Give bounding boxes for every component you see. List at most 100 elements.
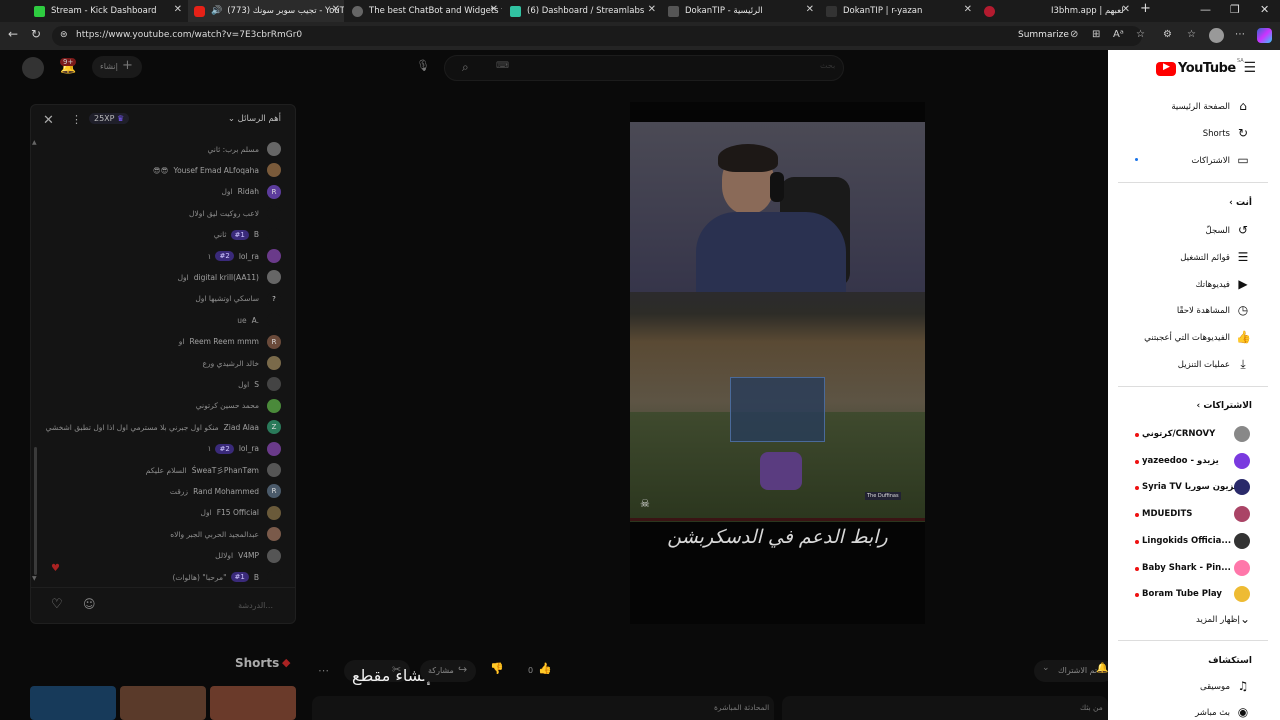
keyboard-icon[interactable]: ⌨ xyxy=(496,61,509,71)
from-stream-tab[interactable] xyxy=(782,696,1108,720)
chat-author-avatar[interactable]: Z xyxy=(267,420,281,435)
channel-avatar[interactable] xyxy=(1234,452,1250,469)
close-icon[interactable]: ✕ xyxy=(648,4,656,15)
url-field[interactable]: ⊜ https://www.youtube.com/watch?v=7E3cbr… xyxy=(52,26,1142,46)
minimize-icon[interactable]: — xyxy=(1200,3,1211,16)
close-icon[interactable]: ✕ xyxy=(174,4,182,15)
extensions-icon[interactable]: ⚙ xyxy=(1163,29,1172,40)
channel-avatar[interactable] xyxy=(1234,506,1250,523)
like-button[interactable]: 👍 xyxy=(538,662,552,675)
guide-item-label[interactable]: السجلّ xyxy=(1206,226,1230,236)
chat-author-avatar[interactable] xyxy=(267,548,281,563)
guide-item-label[interactable]: موسيقى xyxy=(1200,682,1230,692)
new-tab-icon[interactable]: + xyxy=(1140,1,1151,16)
channel-avatar[interactable] xyxy=(1234,532,1250,549)
chat-author-avatar[interactable] xyxy=(267,206,281,221)
show-more-button[interactable]: إظهار المزيد xyxy=(1196,615,1240,625)
tab-youtube[interactable]: 🔊 (773) تجيب سوبر سونك - YouTube ✕ xyxy=(188,0,344,22)
subscription-channel-label[interactable]: Baby Shark - Pin... xyxy=(1142,563,1231,573)
guide-item-label[interactable]: الصفحة الرئيسية xyxy=(1171,102,1230,112)
guide-item-label[interactable]: الفيديوهات التي أعجبتني xyxy=(1144,333,1230,343)
reload-icon[interactable]: ↻ xyxy=(31,27,41,41)
subscription-channel-label[interactable]: Boram Tube Play xyxy=(1142,589,1222,599)
speaker-icon[interactable]: 🔊 xyxy=(211,6,222,16)
channel-avatar[interactable] xyxy=(1234,479,1250,496)
guide-item-label[interactable]: الاشتراكات xyxy=(1191,156,1230,166)
chat-author-name[interactable]: Reem Reem mmm xyxy=(189,337,259,346)
subscription-channel-label[interactable]: yazeedoo - يزيدو xyxy=(1142,456,1219,466)
chat-scrollbar[interactable]: ▲ ▼ xyxy=(32,139,37,582)
chat-author-name[interactable]: Yousef Emad ALfoqaha xyxy=(173,166,259,175)
chat-author-name[interactable]: A. xyxy=(252,316,259,325)
favorite-icon[interactable]: ☆ xyxy=(1136,29,1145,40)
mic-icon[interactable]: 🎙 xyxy=(416,59,430,72)
tab-chatbot[interactable]: The best ChatBot and Widgets for ✕ xyxy=(346,0,502,22)
guide-item-label[interactable]: عمليات التنزيل xyxy=(1178,360,1230,370)
chat-more-icon[interactable]: ⋮ xyxy=(71,113,82,126)
channel-avatar[interactable] xyxy=(22,57,44,79)
chat-author-avatar[interactable] xyxy=(267,570,281,584)
chat-author-avatar[interactable] xyxy=(267,398,281,413)
close-icon[interactable]: ✕ xyxy=(964,4,972,15)
chat-author-name[interactable]: digital krill(AA11) xyxy=(194,273,259,282)
chat-author-avatar[interactable]: R xyxy=(267,484,281,499)
chat-author-name[interactable]: F15 Official xyxy=(217,508,259,517)
live-chat-tab[interactable] xyxy=(312,696,774,720)
read-aloud-icon[interactable]: Aᵃ xyxy=(1113,29,1124,40)
apps-icon[interactable]: ⊞ xyxy=(1092,29,1100,40)
close-icon[interactable]: ✕ xyxy=(332,4,340,15)
chat-author-avatar[interactable] xyxy=(267,356,281,370)
chat-author-avatar[interactable]: R xyxy=(267,334,281,349)
channel-avatar[interactable] xyxy=(1234,559,1250,576)
channel-avatar[interactable] xyxy=(1234,586,1250,603)
menu-icon[interactable]: ☰ xyxy=(1243,60,1256,76)
scroll-down-icon[interactable]: ▼ xyxy=(32,575,37,582)
translate-icon[interactable]: ⊘ xyxy=(1070,29,1078,40)
channel-avatar[interactable] xyxy=(1234,426,1250,442)
guide-item-icon[interactable]: ⤓ xyxy=(1236,357,1250,371)
guide-item-icon[interactable]: ◷ xyxy=(1236,303,1250,317)
tab-streamlabs[interactable]: (6) Dashboard / Streamlabs ✕ xyxy=(504,0,660,22)
chat-author-avatar[interactable] xyxy=(267,163,281,178)
guide-item-icon[interactable]: ⌂ xyxy=(1236,99,1250,113)
chat-author-name[interactable]: lol_ra xyxy=(239,252,259,261)
you-header[interactable]: ‹ أنت xyxy=(1229,198,1252,208)
chat-author-avatar[interactable] xyxy=(267,527,281,542)
guide-item-label[interactable]: المشاهدة لاحقًا xyxy=(1177,306,1230,316)
progress-bar[interactable] xyxy=(630,518,925,521)
chat-author-avatar[interactable] xyxy=(267,227,281,242)
guide-item-label[interactable]: فيديوهاتك xyxy=(1196,280,1230,290)
guide-item-icon[interactable]: ▶ xyxy=(1236,277,1250,291)
chat-author-name[interactable]: S xyxy=(254,380,259,389)
close-icon[interactable]: ✕ xyxy=(806,4,814,15)
youtube-logo-text[interactable]: YouTube xyxy=(1178,61,1236,76)
chat-author-name[interactable]: Ziad Alaa xyxy=(224,423,259,432)
chat-author-avatar[interactable] xyxy=(267,463,281,477)
short-thumb[interactable] xyxy=(120,686,206,720)
chat-author-avatar[interactable] xyxy=(267,441,281,456)
chat-author-avatar[interactable]: ? xyxy=(267,291,281,306)
chat-close-icon[interactable]: ✕ xyxy=(43,113,54,128)
heart-icon[interactable]: ♡ xyxy=(51,597,63,612)
guide-item-icon[interactable]: ☰ xyxy=(1236,250,1250,264)
short-thumb[interactable] xyxy=(210,686,296,720)
short-thumb[interactable] xyxy=(30,686,116,720)
site-info-icon[interactable]: ⊜ xyxy=(60,30,68,40)
chat-author-avatar[interactable] xyxy=(267,313,281,328)
tab-kick[interactable]: Stream - Kick Dashboard ✕ xyxy=(28,0,186,22)
chat-mode-dropdown[interactable]: ⌄ أهم الرسائل xyxy=(228,114,281,124)
subscription-channel-label[interactable]: كرتوني/CRNOVY xyxy=(1142,429,1215,439)
more-icon[interactable]: ⋯ xyxy=(1235,29,1245,40)
tab-dokantip-yazan[interactable]: DokanTIP | r-yazan ✕ xyxy=(820,0,976,22)
emoji-icon[interactable]: ☺ xyxy=(83,597,96,611)
subscription-channel-label[interactable]: Lingokids Officia... xyxy=(1142,536,1231,546)
guide-item-icon[interactable]: ♫ xyxy=(1236,679,1250,693)
chat-author-name[interactable]: V4MP xyxy=(238,551,259,560)
chat-author-name[interactable]: lol_ra xyxy=(239,444,259,453)
tab-dokantip[interactable]: DokanTIP - الرئيسية ✕ xyxy=(662,0,818,22)
chat-author-name[interactable]: B xyxy=(254,573,259,582)
chat-author-avatar[interactable] xyxy=(267,249,281,263)
favorites-icon[interactable]: ☆ xyxy=(1187,29,1196,40)
chat-author-name[interactable]: B xyxy=(254,230,259,239)
chat-author-avatar[interactable] xyxy=(267,505,281,520)
